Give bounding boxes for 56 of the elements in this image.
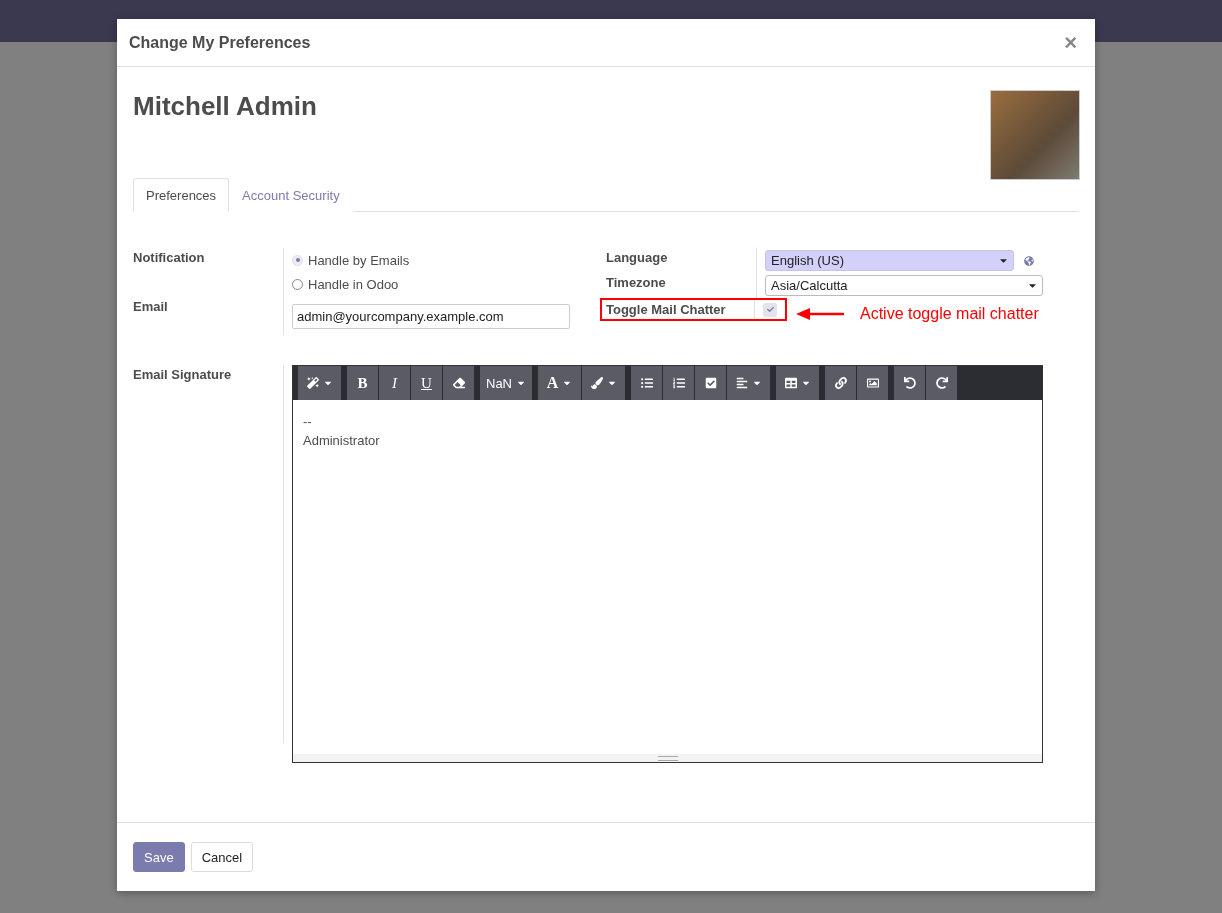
link-button[interactable] — [825, 366, 857, 400]
close-button[interactable]: × — [1058, 31, 1083, 54]
signature-editor[interactable]: B I U NaN A -- Administrator — [292, 365, 1043, 763]
numbered-list-button[interactable] — [663, 366, 695, 400]
redo-button[interactable] — [926, 366, 958, 400]
resize-handle[interactable] — [657, 755, 678, 761]
image-icon — [866, 377, 879, 389]
checkbox-button[interactable] — [695, 366, 727, 400]
field-label: Toggle Mail Chatter — [606, 301, 727, 319]
align-icon — [735, 377, 748, 389]
signature-line: -- — [303, 413, 313, 431]
globe-icon[interactable] — [1024, 255, 1034, 266]
field-label: Email — [133, 298, 169, 316]
radio-label: Handle in Odoo — [308, 276, 399, 292]
image-button[interactable] — [857, 366, 889, 400]
field-label: Timezone — [606, 274, 667, 292]
save-button[interactable]: Save — [133, 842, 185, 872]
table-button[interactable] — [776, 366, 820, 400]
eraser-icon — [452, 377, 465, 389]
magic-wand-icon — [306, 377, 319, 389]
table-icon — [784, 377, 797, 389]
language-select[interactable]: English (US) — [765, 250, 1014, 271]
user-name: Mitchell Admin — [133, 91, 317, 123]
tab[interactable]: Preferences — [133, 178, 230, 212]
format-button[interactable]: NaN — [480, 366, 533, 400]
bullet-list-icon — [640, 377, 653, 389]
check-icon — [766, 306, 774, 313]
radio-button[interactable] — [292, 278, 303, 290]
magic-wand-button[interactable] — [298, 366, 342, 400]
signature-line: Administrator — [303, 432, 381, 450]
timezone-select[interactable]: Asia/Calcutta — [765, 275, 1043, 296]
numbered-list-icon — [672, 377, 685, 389]
brush-icon — [590, 377, 603, 389]
checkbox-icon — [704, 377, 717, 389]
dialog-title: Change My Preferences — [129, 33, 311, 52]
link-icon — [834, 377, 847, 389]
field-label: Email Signature — [133, 366, 233, 384]
undo-icon — [903, 377, 916, 389]
checkbox[interactable] — [763, 302, 777, 317]
format-button[interactable]: U — [411, 366, 443, 400]
brush-button[interactable] — [582, 366, 626, 400]
format-button[interactable]: I — [379, 366, 411, 400]
field-label: Language — [606, 249, 669, 267]
field-label: Notification — [133, 249, 206, 267]
annotation-text: Active toggle mail chatter — [860, 305, 1039, 323]
align-button[interactable] — [727, 366, 771, 400]
email-field[interactable]: admin@yourcompany.example.com — [292, 304, 570, 329]
bullet-list-button[interactable] — [631, 366, 663, 400]
arrow-icon — [796, 308, 844, 320]
format-button[interactable]: A — [538, 366, 582, 400]
format-button[interactable]: B — [347, 366, 379, 400]
redo-icon — [935, 377, 948, 389]
cancel-button[interactable]: Cancel — [190, 842, 254, 872]
undo-button[interactable] — [894, 366, 926, 400]
eraser-button[interactable] — [443, 366, 475, 400]
radio-label: Handle by Emails — [308, 252, 410, 268]
